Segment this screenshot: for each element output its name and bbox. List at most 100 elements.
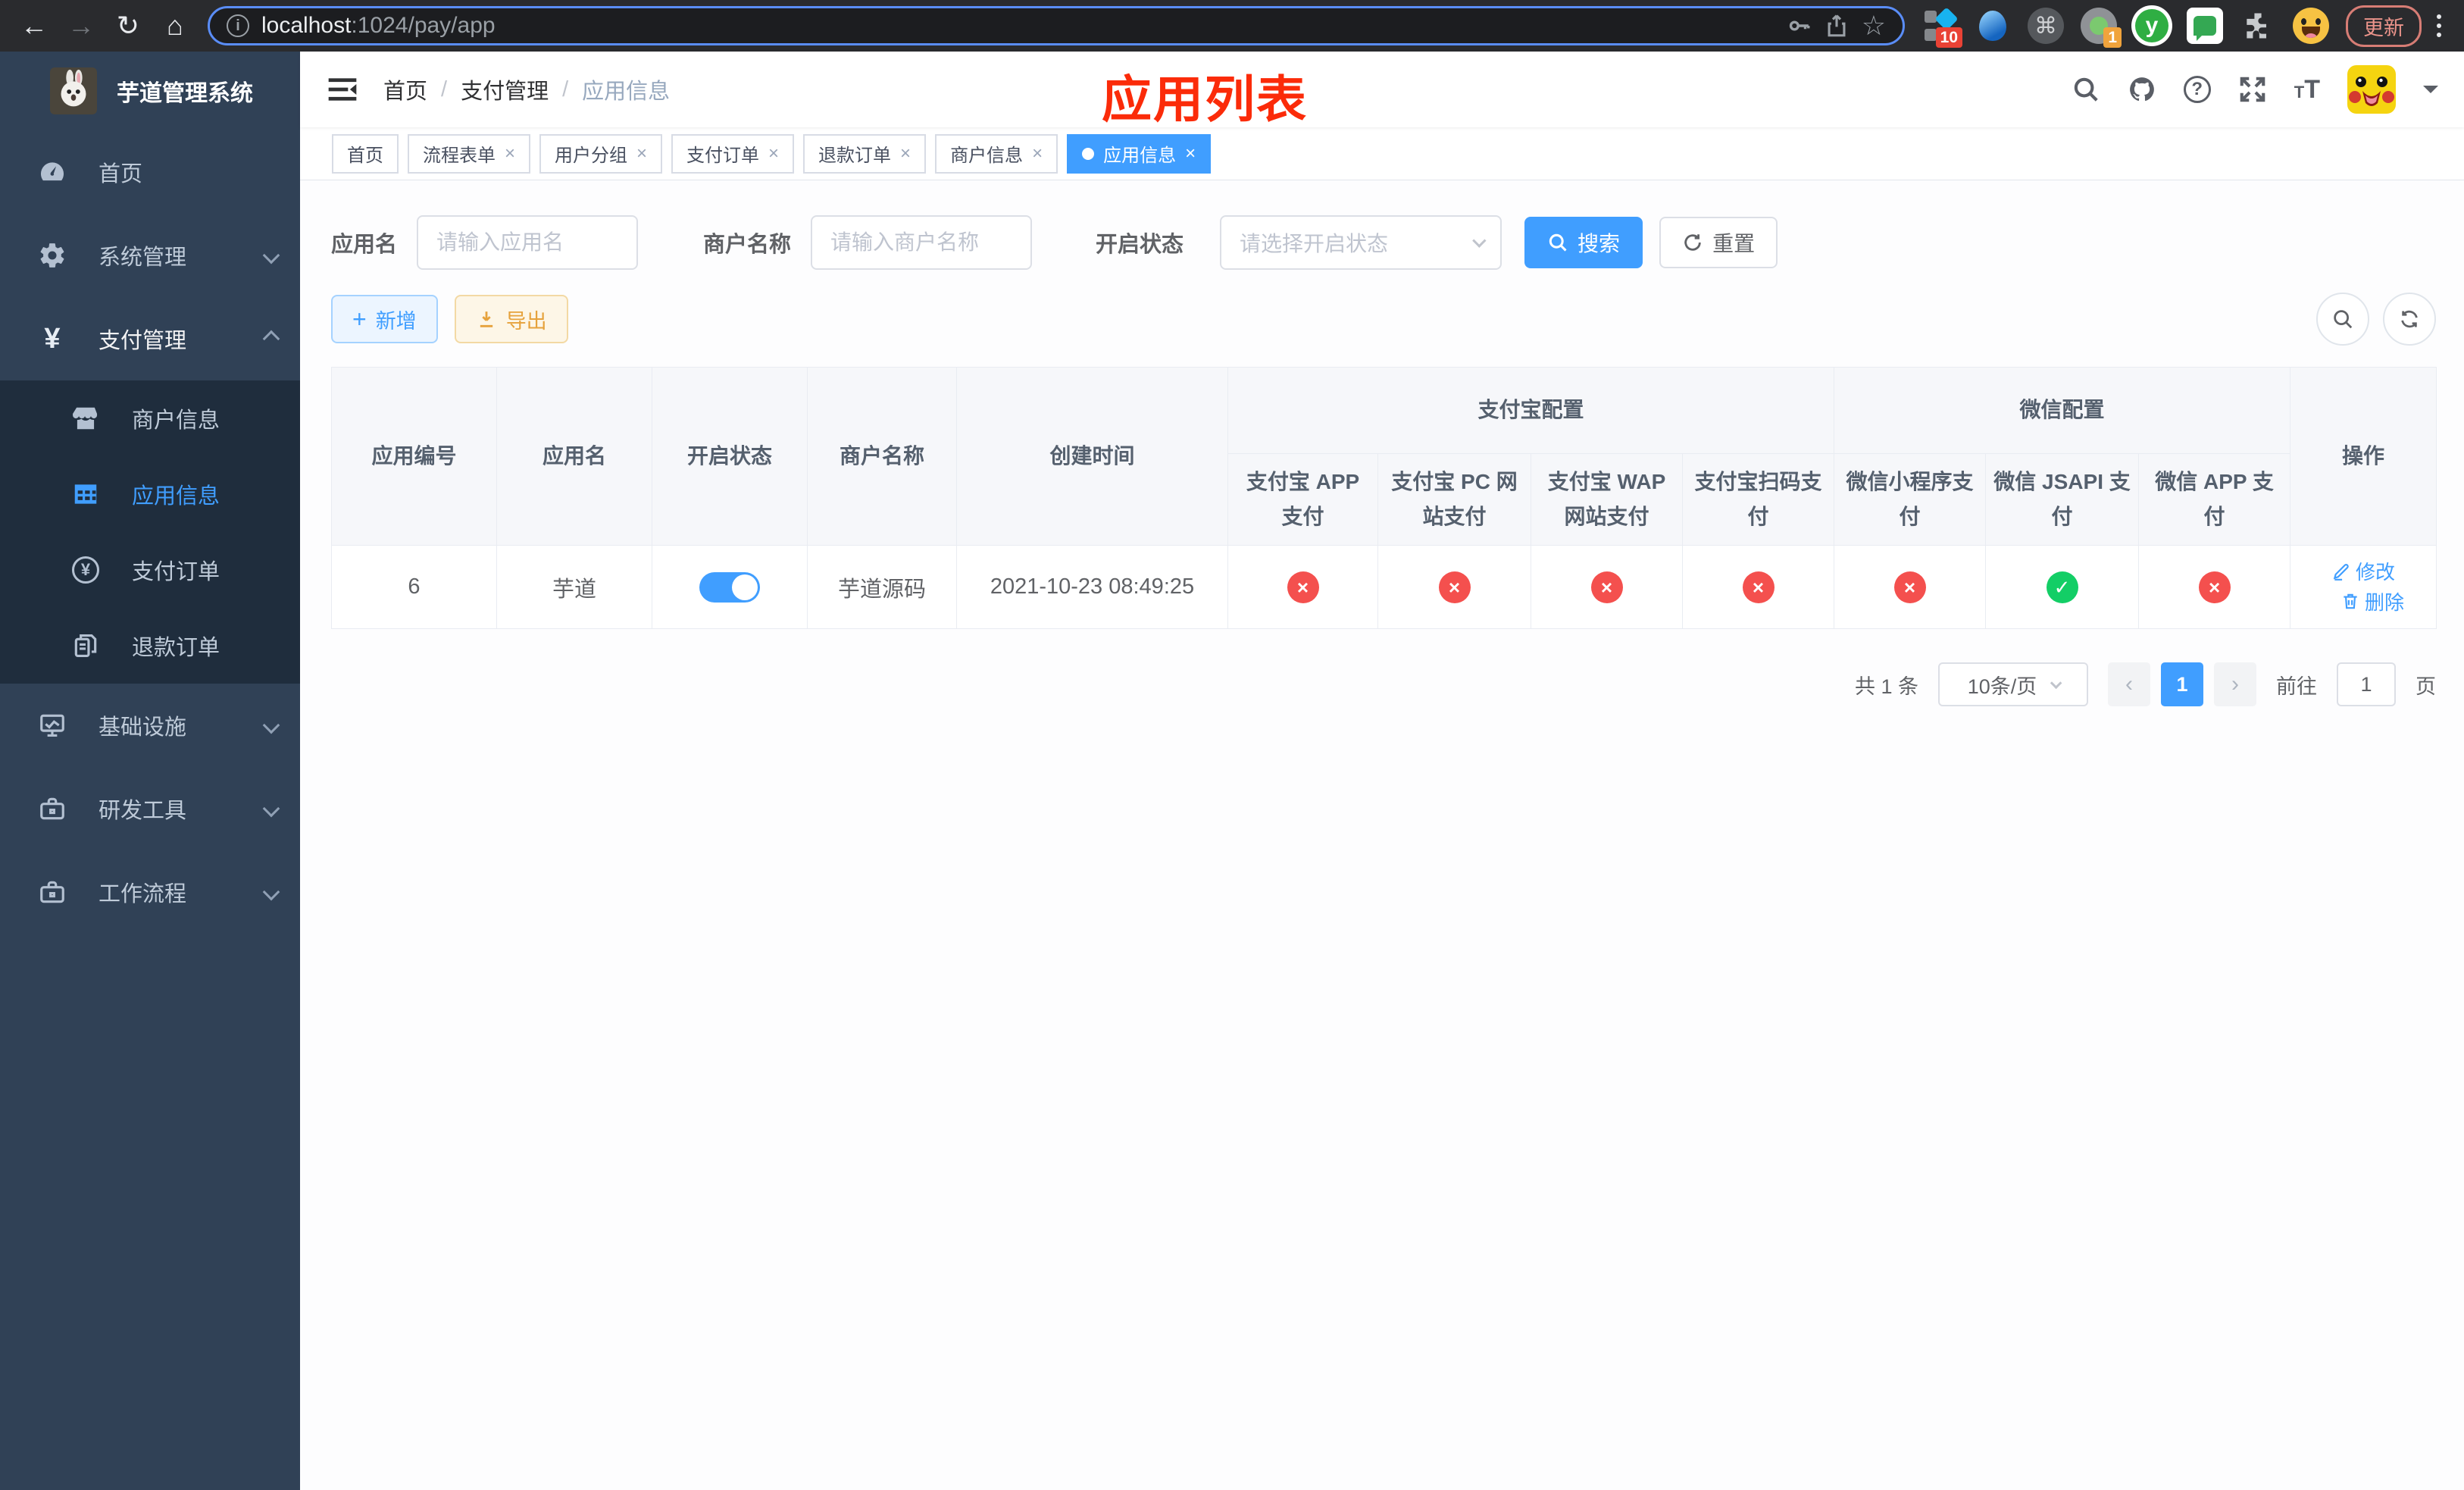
sidebar-item-home[interactable]: 首页 <box>0 130 300 214</box>
close-icon[interactable]: × <box>505 143 515 164</box>
page-number-1[interactable]: 1 <box>2161 662 2203 707</box>
app-name-input[interactable] <box>417 215 639 270</box>
font-size-icon[interactable]: TT <box>2294 75 2320 105</box>
sidebar-item-label: 支付管理 <box>98 329 187 353</box>
breadcrumb-current: 应用信息 <box>582 80 671 104</box>
goto-suffix: 页 <box>2416 675 2436 698</box>
cross-circle-icon: × <box>1590 571 1623 603</box>
col-alipay-wap: 支付宝 WAP 网站支付 <box>1531 452 1683 546</box>
fullscreen-icon[interactable] <box>2238 75 2267 104</box>
search-icon[interactable] <box>2072 75 2100 104</box>
extension-recorder-icon[interactable]: 1 <box>2075 2 2123 49</box>
tag-refund-order[interactable]: 退款订单 × <box>803 133 927 174</box>
extension-chat-icon[interactable] <box>2181 2 2229 49</box>
show-search-button[interactable] <box>2316 293 2369 346</box>
status-select[interactable]: 请选择开启状态 <box>1220 215 1502 270</box>
page-size-select[interactable]: 10条/页 <box>1938 662 2088 707</box>
edit-link[interactable]: 修改 <box>2331 557 2395 585</box>
site-info-icon[interactable]: i <box>227 14 249 37</box>
sidebar-logo[interactable]: 芋道管理系统 <box>0 52 300 130</box>
tag-merchant-info[interactable]: 商户信息 × <box>935 133 1058 174</box>
browser-update-button[interactable]: 更新 <box>2346 5 2422 47</box>
next-page-button[interactable]: › <box>2214 662 2256 707</box>
close-icon[interactable]: × <box>636 143 647 164</box>
tag-process-form[interactable]: 流程表单 × <box>408 133 531 174</box>
close-icon[interactable]: × <box>1185 143 1196 164</box>
add-button[interactable]: + 新增 <box>331 295 438 343</box>
forward-icon[interactable]: → <box>59 5 103 47</box>
sidebar-item-label: 支付订单 <box>132 560 220 584</box>
close-icon[interactable]: × <box>1032 143 1043 164</box>
reload-icon[interactable]: ↻ <box>106 5 150 47</box>
reset-button[interactable]: 重置 <box>1659 217 1778 268</box>
url-text[interactable]: localhost:1024/pay/app <box>261 13 496 39</box>
password-key-icon[interactable] <box>1786 13 1812 39</box>
goto-prefix: 前往 <box>2276 675 2317 698</box>
filter-form: 应用名 商户名称 开启状态 请选择开启状态 搜索 重置 <box>331 215 2436 270</box>
tag-label: 应用信息 <box>1103 146 1177 166</box>
sidebar-collapse-icon[interactable] <box>326 73 359 106</box>
share-icon[interactable] <box>1824 13 1850 39</box>
tag-user-group[interactable]: 用户分组 × <box>539 133 663 174</box>
prev-page-button[interactable]: ‹ <box>2108 662 2150 707</box>
sidebar-item-refund-order[interactable]: 退款订单 <box>0 608 300 684</box>
goto-page-input[interactable] <box>2337 662 2396 707</box>
dashboard-icon <box>33 158 71 186</box>
bookmark-star-icon[interactable]: ☆ <box>1862 12 1886 39</box>
browser-menu-icon[interactable] <box>2426 14 2452 37</box>
extension-badge: 10 <box>1935 27 1962 48</box>
navbar-actions: ? TT <box>2072 65 2438 114</box>
extension-tampermonkey-icon[interactable]: 10 <box>1915 2 1964 49</box>
export-button[interactable]: 导出 <box>454 295 568 343</box>
address-bar[interactable]: i localhost:1024/pay/app ☆ <box>208 6 1905 45</box>
col-status: 开启状态 <box>652 366 808 546</box>
sidebar-item-label: 应用信息 <box>132 484 220 509</box>
yen-icon: ¥ <box>44 323 61 355</box>
avatar-caret-icon[interactable] <box>2423 86 2438 101</box>
check-circle-icon: ✓ <box>2046 571 2078 603</box>
sidebar-item-app-info[interactable]: 应用信息 <box>0 456 300 532</box>
extension-yudao-icon[interactable]: y <box>2128 2 2176 49</box>
tag-home[interactable]: 首页 <box>332 133 399 174</box>
extension-smiley-icon[interactable] <box>2287 2 2335 49</box>
cell-alipay-qr: × <box>1681 545 1835 630</box>
sidebar-item-workflow[interactable]: 工作流程 <box>0 850 300 934</box>
sidebar-item-pay-order[interactable]: ¥ 支付订单 <box>0 532 300 608</box>
active-dot <box>1082 147 1095 160</box>
breadcrumb-home[interactable]: 首页 <box>383 74 427 105</box>
refresh-table-button[interactable] <box>2383 293 2436 346</box>
help-icon[interactable]: ? <box>2183 76 2211 103</box>
home-icon[interactable]: ⌂ <box>153 5 197 47</box>
back-icon[interactable]: ← <box>12 5 56 47</box>
search-button[interactable]: 搜索 <box>1524 217 1643 268</box>
close-icon[interactable]: × <box>768 143 779 164</box>
github-icon[interactable] <box>2128 75 2156 104</box>
url-path: :1024/pay/app <box>351 13 496 38</box>
logo-rabbit-avatar <box>50 67 97 114</box>
col-alipay-qr: 支付宝扫码支付 <box>1681 452 1835 546</box>
chevron-down-icon <box>262 883 280 901</box>
cross-circle-icon: × <box>2198 571 2231 603</box>
download-icon <box>480 311 492 327</box>
navbar: 首页 / 支付管理 / 应用信息 应用列表 ? TT <box>300 52 2464 127</box>
delete-link[interactable]: 删除 <box>2340 587 2404 615</box>
sidebar-item-payment[interactable]: ¥ 支付管理 <box>0 297 300 380</box>
user-avatar[interactable] <box>2347 65 2396 114</box>
col-wechat-jsapi: 微信 JSAPI 支付 <box>1985 452 2140 546</box>
sidebar-item-merchant-info[interactable]: 商户信息 <box>0 380 300 456</box>
status-toggle[interactable] <box>699 571 760 603</box>
cross-circle-icon: × <box>1287 571 1319 603</box>
payment-submenu: 商户信息 应用信息 ¥ 支付订单 退款订单 <box>0 380 300 684</box>
tag-app-info[interactable]: 应用信息 × <box>1067 133 1212 174</box>
extensions-puzzle-icon[interactable] <box>2234 2 2282 49</box>
breadcrumb-payment[interactable]: 支付管理 <box>461 74 549 105</box>
sidebar-item-infrastructure[interactable]: 基础设施 <box>0 684 300 767</box>
extension-balloon-icon[interactable] <box>1968 2 2017 49</box>
merchant-name-input[interactable] <box>811 215 1033 270</box>
close-icon[interactable]: × <box>900 143 911 164</box>
add-button-label: 新增 <box>375 309 417 333</box>
sidebar-item-dev-tools[interactable]: 研发工具 <box>0 767 300 850</box>
extension-command-icon[interactable]: ⌘ <box>2022 2 2070 49</box>
tag-pay-order[interactable]: 支付订单 × <box>671 133 795 174</box>
sidebar-item-system[interactable]: 系统管理 <box>0 214 300 297</box>
